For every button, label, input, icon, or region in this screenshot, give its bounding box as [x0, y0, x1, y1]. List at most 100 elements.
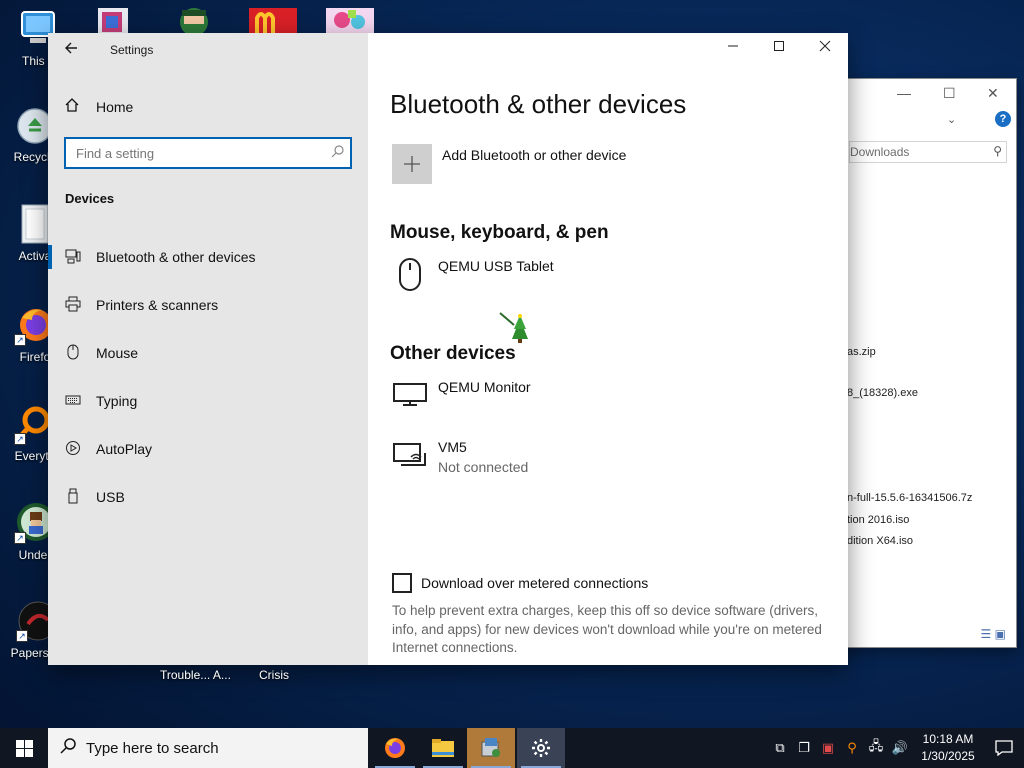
view-toggle[interactable]: ☰ ▣: [981, 627, 1006, 641]
nav-home[interactable]: Home: [62, 95, 133, 119]
search-icon: [324, 145, 350, 161]
taskbar-search-input[interactable]: [86, 739, 346, 757]
file-item[interactable]: tion 2016.iso: [847, 514, 909, 526]
taskbar-search[interactable]: [48, 728, 368, 768]
nav-item-usb[interactable]: USB: [48, 473, 368, 521]
close-icon[interactable]: ✕: [987, 85, 999, 102]
metered-description: To help prevent extra charges, keep this…: [392, 603, 822, 655]
file-item[interactable]: as.zip: [847, 346, 876, 358]
file-item[interactable]: 8_(18328).exe: [847, 387, 918, 399]
device-name: QEMU Monitor: [438, 379, 531, 395]
settings-window[interactable]: Settings Home Devices Bluetooth & other …: [48, 33, 848, 665]
network-device-icon: [392, 439, 428, 475]
nav-item-label: Printers & scanners: [96, 297, 219, 313]
copy-icon[interactable]: ❐: [792, 740, 816, 756]
nav-item-printers[interactable]: Printers & scanners: [48, 281, 368, 329]
clock-date: 1/30/2025: [921, 749, 975, 763]
nav-item-label: Bluetooth & other devices: [96, 249, 256, 265]
nav-item-label: AutoPlay: [96, 441, 153, 457]
system-tray: ⧉ ❐ ▣ ⚲ 🖧 🔊 10:18 AM 1/30/2025: [768, 728, 1024, 768]
settings-sidebar: Settings Home Devices Bluetooth & other …: [48, 33, 368, 665]
shortcut-arrow-icon: ↗: [14, 433, 26, 445]
back-arrow-icon[interactable]: [64, 41, 84, 61]
clock[interactable]: 10:18 AM 1/30/2025: [918, 731, 978, 765]
monitor-icon: [392, 379, 428, 415]
notification-icon: [995, 740, 1013, 756]
alert-app-icon[interactable]: ▣: [816, 740, 840, 756]
taskbar-firefox[interactable]: [371, 728, 419, 768]
nav-home-label: Home: [96, 99, 134, 115]
network-icon[interactable]: 🖧: [864, 737, 888, 759]
device-name: VM5: [438, 439, 467, 455]
desktop-app-icon-3[interactable]: [326, 8, 374, 34]
chevron-down-icon[interactable]: ⌄: [947, 113, 956, 126]
section-title: Devices: [65, 191, 115, 206]
file-item[interactable]: n-full-15.5.6-16341506.7z: [847, 492, 972, 504]
close-icon[interactable]: [810, 39, 840, 56]
windows-logo-icon: [15, 739, 33, 757]
nav-item-label: USB: [96, 489, 125, 505]
help-icon[interactable]: ?: [995, 111, 1011, 127]
metered-label: Download over metered connections: [421, 575, 649, 591]
add-device-label: Add Bluetooth or other device: [442, 147, 627, 163]
nav-item-autoplay[interactable]: AutoPlay: [48, 425, 368, 473]
desktop-app-icon-2[interactable]: [172, 8, 220, 36]
clock-time: 10:18 AM: [922, 732, 974, 746]
checkbox-icon[interactable]: [392, 573, 412, 593]
file-item[interactable]: dition X64.iso: [847, 535, 913, 547]
taskbar-installer[interactable]: [467, 728, 515, 768]
maximize-icon[interactable]: [764, 39, 794, 56]
explorer-search-box[interactable]: Downloads ⚲: [849, 141, 1007, 163]
shortcut-arrow-icon: ↗: [14, 334, 26, 346]
nav-item-bluetooth[interactable]: Bluetooth & other devices: [48, 233, 368, 281]
notifications-button[interactable]: [984, 740, 1024, 756]
nav-item-mouse[interactable]: Mouse: [48, 329, 368, 377]
search-icon: ⚲: [993, 144, 1002, 158]
window-title: Settings: [110, 43, 154, 57]
page-title: Bluetooth & other devices: [390, 89, 687, 119]
details-view-icon[interactable]: ☰: [981, 627, 992, 641]
bluetooth-devices-icon: [64, 248, 82, 267]
usb-icon: [64, 488, 82, 507]
explorer-address-label: Downloads: [850, 145, 910, 159]
mouse-icon: [392, 258, 428, 294]
firefox-icon: [385, 738, 405, 758]
printer-icon: [64, 296, 82, 315]
file-explorer-icon: [432, 739, 454, 757]
task-view-icon[interactable]: ⧉: [768, 740, 792, 756]
desktop-icon-label[interactable]: Trouble... A...: [160, 668, 231, 682]
device-item[interactable]: VM5 Not connected: [392, 439, 528, 475]
nav-item-label: Typing: [96, 393, 138, 409]
device-status: Not connected: [438, 459, 529, 475]
volume-icon[interactable]: 🔊: [888, 740, 912, 756]
device-item[interactable]: QEMU Monitor: [392, 379, 531, 415]
group-title-other-devices: Other devices: [390, 343, 516, 364]
large-icons-view-icon[interactable]: ▣: [995, 627, 1006, 641]
search-icon: [60, 738, 76, 758]
minimize-icon[interactable]: [718, 39, 748, 56]
shortcut-arrow-icon: ↗: [14, 532, 26, 544]
settings-gear-icon: [532, 739, 550, 757]
settings-search[interactable]: [64, 137, 352, 169]
desktop-app-icon-mcdonalds[interactable]: [249, 8, 297, 34]
nav-list: Bluetooth & other devices Printers & sca…: [48, 233, 368, 521]
device-item[interactable]: QEMU USB Tablet: [392, 258, 554, 294]
desktop-app-icon-1[interactable]: [96, 8, 144, 34]
metered-checkbox[interactable]: Download over metered connections: [392, 573, 648, 593]
desktop-icon-label[interactable]: Crisis: [259, 668, 289, 682]
everything-search-icon[interactable]: ⚲: [840, 740, 864, 756]
autoplay-icon: [64, 440, 82, 459]
search-input[interactable]: [66, 145, 324, 161]
group-title-mouse-keyboard-pen: Mouse, keyboard, & pen: [390, 222, 609, 243]
plus-icon: [392, 144, 432, 184]
taskbar-settings[interactable]: [517, 728, 565, 768]
nav-item-typing[interactable]: Typing: [48, 377, 368, 425]
maximize-icon[interactable]: ☐: [943, 85, 956, 102]
add-device-button[interactable]: Add Bluetooth or other device: [392, 144, 626, 184]
keyboard-icon: [64, 393, 82, 409]
shortcut-arrow-icon: ↗: [16, 630, 28, 642]
minimize-icon[interactable]: —: [897, 85, 911, 101]
start-button[interactable]: [0, 728, 48, 768]
taskbar-file-explorer[interactable]: [419, 728, 467, 768]
settings-content: Bluetooth & other devices Add Bluetooth …: [368, 33, 848, 665]
